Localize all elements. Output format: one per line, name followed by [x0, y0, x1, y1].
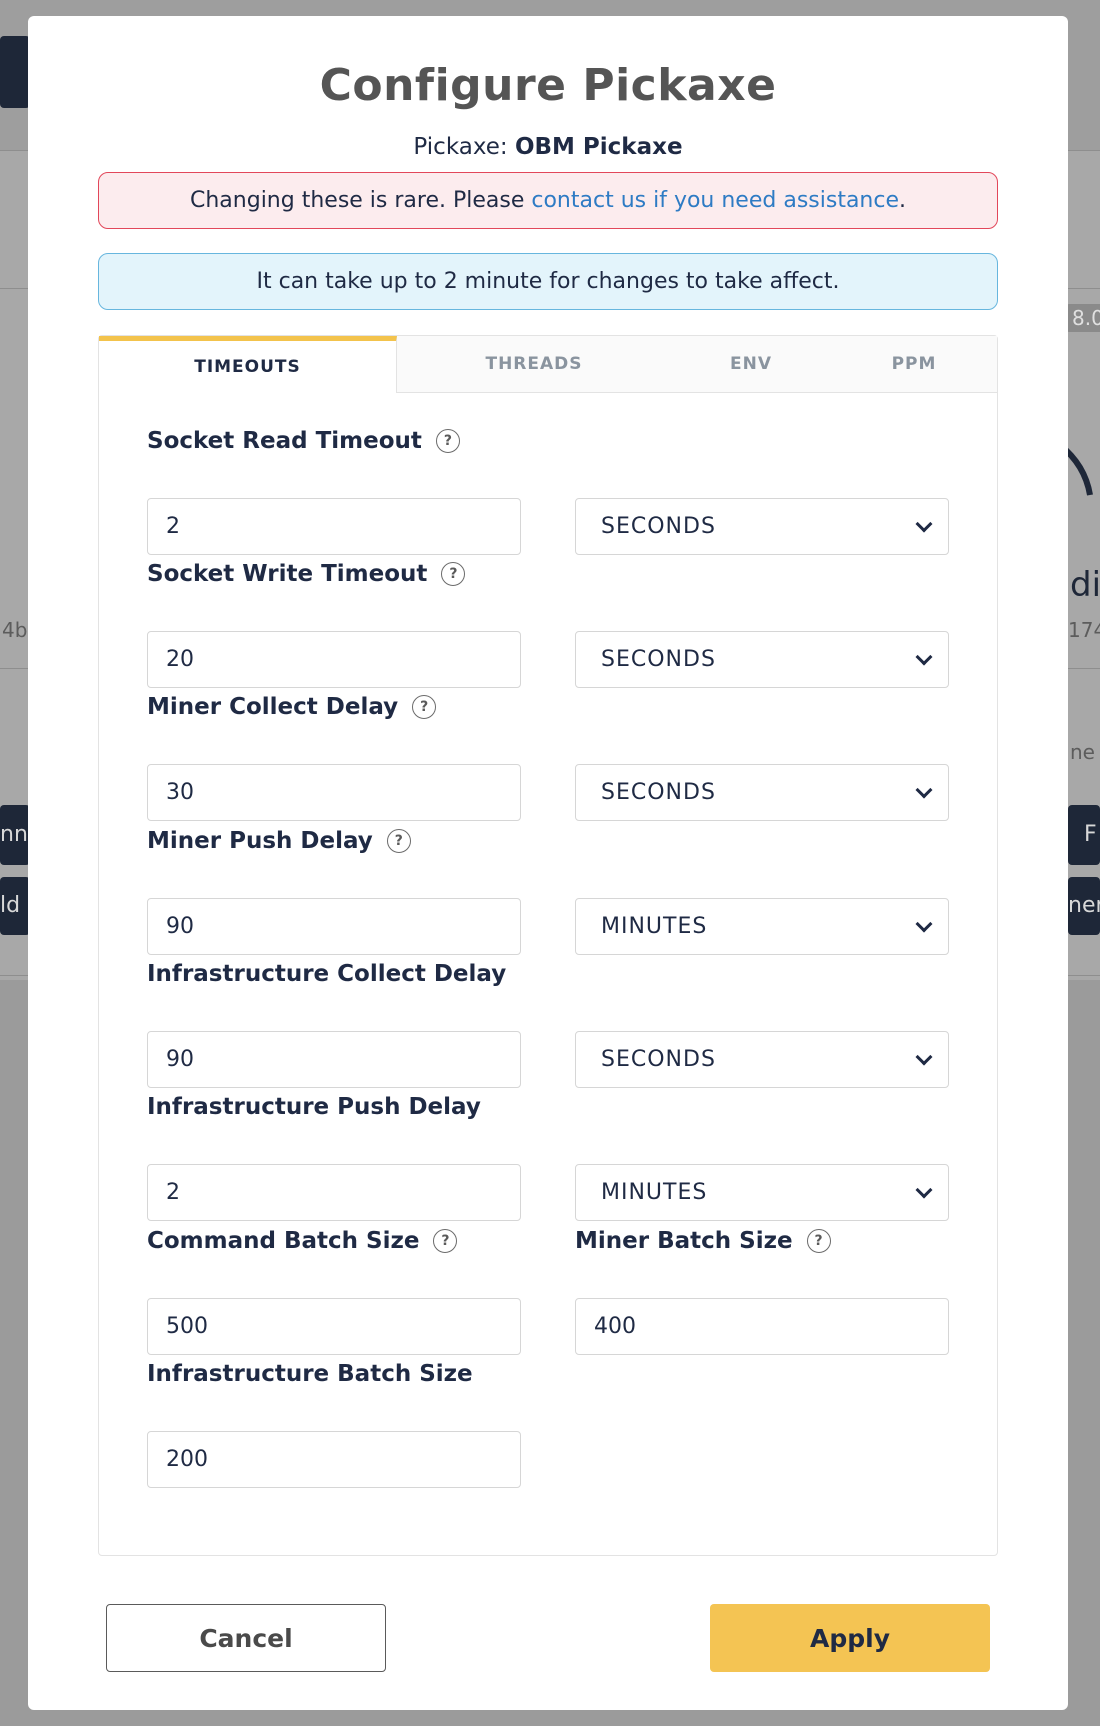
infrastructure-collect-delay-unit-select[interactable]: SECONDS	[575, 1031, 949, 1088]
select-value: SECONDS	[601, 647, 716, 672]
infrastructure-push-delay-input[interactable]: 2	[147, 1164, 521, 1221]
chevron-down-icon	[915, 1181, 933, 1199]
chevron-down-icon	[915, 781, 933, 799]
field-label-text: Miner Collect Delay	[147, 694, 399, 720]
field-label-text: Infrastructure Collect Delay	[147, 961, 507, 987]
socket-read-timeout-unit-select[interactable]: SECONDS	[575, 498, 949, 555]
chevron-down-icon	[915, 1048, 933, 1066]
command-batch-size-label: Command Batch Size ?	[147, 1228, 458, 1254]
socket-write-timeout-label: Socket Write Timeout ?	[147, 561, 466, 587]
miner-collect-delay-input[interactable]: 30	[147, 764, 521, 821]
settings-tab-panel: TIMEOUTS THREADS ENV PPM Socket Read Tim…	[98, 335, 998, 1556]
alert-suffix: .	[899, 188, 906, 213]
infrastructure-collect-delay-input[interactable]: 90	[147, 1031, 521, 1088]
miner-push-delay-input[interactable]: 90	[147, 898, 521, 955]
socket-write-timeout-input[interactable]: 20	[147, 631, 521, 688]
field-label-text: Infrastructure Push Delay	[147, 1094, 481, 1120]
apply-button[interactable]: Apply	[710, 1604, 990, 1672]
background-text: 174-	[1068, 618, 1100, 642]
background-badge: 8.0	[1066, 304, 1100, 332]
field-label-text: Socket Write Timeout	[147, 561, 428, 587]
tab-threads[interactable]: THREADS	[397, 336, 671, 393]
help-icon[interactable]: ?	[441, 562, 466, 586]
chevron-down-icon	[915, 915, 933, 933]
miner-push-delay-label: Miner Push Delay ?	[147, 828, 411, 854]
select-value: MINUTES	[601, 914, 708, 939]
help-icon[interactable]: ?	[386, 829, 411, 853]
background-text: ld	[0, 893, 21, 918]
socket-write-timeout-unit-select[interactable]: SECONDS	[575, 631, 949, 688]
help-icon[interactable]: ?	[412, 695, 437, 719]
propagation-info-alert: It can take up to 2 minute for changes t…	[98, 253, 998, 310]
tab-ppm[interactable]: PPM	[831, 336, 997, 393]
infrastructure-collect-delay-label: Infrastructure Collect Delay	[147, 961, 506, 987]
field-label-text: Socket Read Timeout	[147, 428, 422, 454]
background-button	[0, 36, 30, 108]
rare-change-alert: Changing these is rare. Please contact u…	[98, 172, 998, 229]
miner-collect-delay-unit-select[interactable]: SECONDS	[575, 764, 949, 821]
help-icon[interactable]: ?	[435, 429, 460, 453]
modal-subtitle: Pickaxe: OBM Pickaxe	[28, 134, 1068, 160]
infrastructure-batch-size-label: Infrastructure Batch Size	[147, 1361, 473, 1387]
help-icon[interactable]: ?	[806, 1229, 831, 1253]
select-value: SECONDS	[601, 780, 716, 805]
background-text: ner	[1068, 893, 1100, 918]
configure-pickaxe-modal: Configure Pickaxe Pickaxe: OBM Pickaxe C…	[28, 16, 1068, 1710]
alert-text: Changing these is rare. Please	[190, 188, 532, 213]
background-text: nn	[0, 822, 28, 847]
tab-bar: TIMEOUTS THREADS ENV PPM	[99, 336, 997, 393]
select-value: SECONDS	[601, 1047, 716, 1072]
cancel-button[interactable]: Cancel	[106, 1604, 386, 1672]
infrastructure-batch-size-input[interactable]: 200	[147, 1431, 521, 1488]
tab-timeouts[interactable]: TIMEOUTS	[99, 336, 397, 393]
modal-title: Configure Pickaxe	[319, 60, 777, 111]
infrastructure-push-delay-unit-select[interactable]: MINUTES	[575, 1164, 949, 1221]
command-batch-size-input[interactable]: 500	[147, 1298, 521, 1355]
miner-push-delay-unit-select[interactable]: MINUTES	[575, 898, 949, 955]
field-label-text: Miner Batch Size	[575, 1228, 793, 1254]
socket-read-timeout-label: Socket Read Timeout ?	[147, 428, 460, 454]
socket-read-timeout-input[interactable]: 2	[147, 498, 521, 555]
select-value: MINUTES	[601, 1180, 708, 1205]
background-text: F	[1084, 822, 1097, 847]
field-label-text: Infrastructure Batch Size	[147, 1361, 473, 1387]
background-text: 4b	[2, 618, 28, 642]
pickaxe-name: OBM Pickaxe	[514, 134, 683, 160]
select-value: SECONDS	[601, 514, 716, 539]
chevron-down-icon	[915, 648, 933, 666]
miner-batch-size-input[interactable]: 400	[575, 1298, 949, 1355]
field-label-text: Command Batch Size	[147, 1228, 420, 1254]
contact-us-link[interactable]: contact us if you need assistance	[531, 188, 899, 213]
chevron-down-icon	[915, 515, 933, 533]
miner-batch-size-label: Miner Batch Size ?	[575, 1228, 831, 1254]
miner-collect-delay-label: Miner Collect Delay ?	[147, 694, 437, 720]
field-label-text: Miner Push Delay	[147, 828, 373, 854]
background-text: ne	[1070, 740, 1095, 764]
infrastructure-push-delay-label: Infrastructure Push Delay	[147, 1094, 481, 1120]
background-text: di	[1070, 565, 1100, 605]
tab-env[interactable]: ENV	[671, 336, 831, 393]
subtitle-prefix: Pickaxe:	[413, 134, 515, 160]
help-icon[interactable]: ?	[433, 1229, 458, 1253]
